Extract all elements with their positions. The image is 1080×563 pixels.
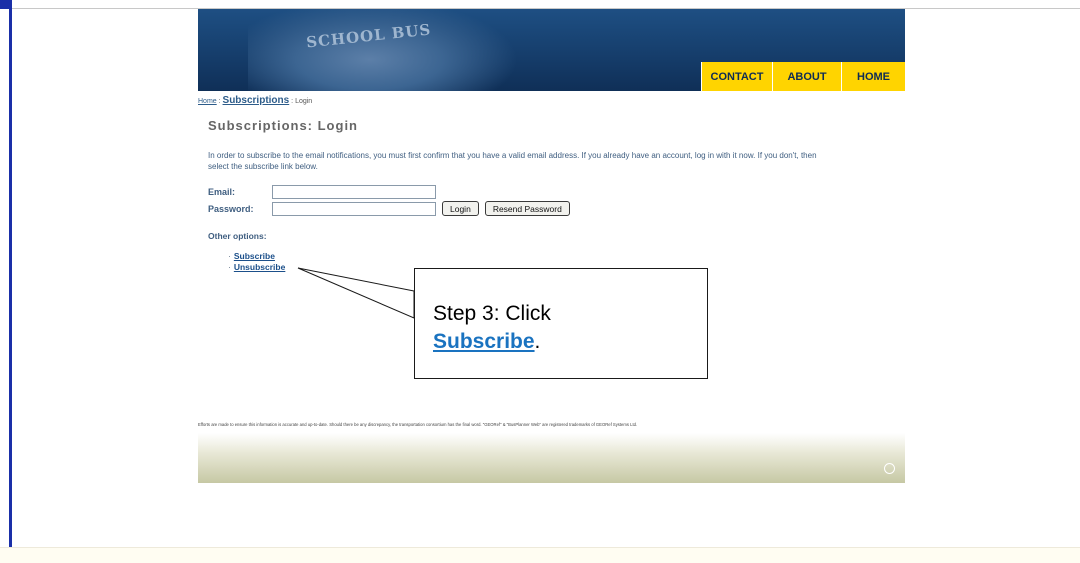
callout-line: Subscribe. <box>433 328 551 356</box>
callout-line: Step 3: Click <box>433 302 551 325</box>
callout-subscribe-link[interactable]: Subscribe <box>433 330 535 353</box>
callout-period: . <box>534 330 541 353</box>
instruction-callout: Step 3: Click Subscribe. <box>414 268 708 379</box>
callout-text: Step 3: Click Subscribe. <box>433 300 551 356</box>
